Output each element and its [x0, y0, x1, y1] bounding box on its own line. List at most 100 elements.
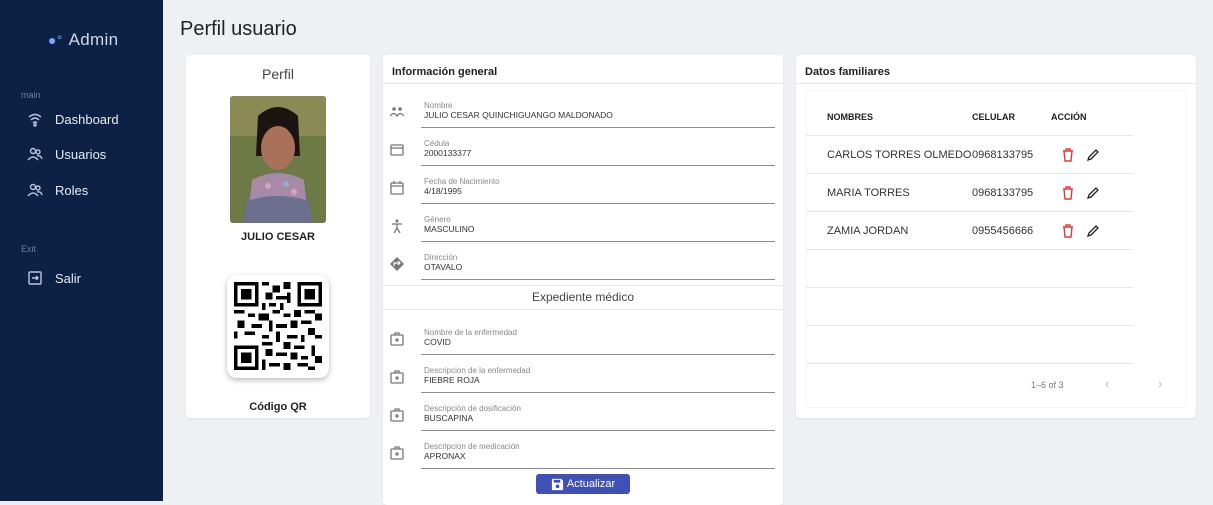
pagination-info: 1–6 of 3	[1031, 380, 1064, 390]
people-icon	[390, 107, 404, 118]
sidebar-item-salir[interactable]: Salir	[27, 268, 81, 288]
family-data-card: Datos familiares NOMBRES CELULAR ACCIÓN …	[796, 55, 1196, 418]
person-icon	[392, 219, 402, 233]
brand[interactable]: ●° Admin	[48, 30, 118, 50]
edit-icon[interactable]	[1086, 224, 1100, 238]
field-label: Descripción de dosificación	[424, 404, 521, 413]
brand-label: Admin	[68, 30, 119, 49]
sidebar-item-usuarios[interactable]: Usuarios	[27, 144, 106, 164]
dashboard-icon	[28, 113, 42, 127]
edit-icon[interactable]	[1086, 148, 1100, 162]
field-nombre[interactable]: Nombre JULIO CESAR QUINCHIGUANGO MALDONA…	[383, 99, 783, 137]
column-header-celular: CELULAR	[972, 112, 1015, 122]
direction-icon	[390, 257, 404, 271]
field-value: 2000133377	[424, 148, 472, 158]
user-name: JULIO CESAR	[241, 231, 315, 243]
save-icon	[551, 478, 563, 490]
field-direccion[interactable]: Dirección OTAVALO	[383, 251, 783, 289]
medical-record-heading: Expediente médico	[531, 290, 635, 304]
sidebar-item-label: Salir	[55, 270, 82, 286]
field-descripcion-enfermedad[interactable]: Descripcion de la enfermedad FIEBRE ROJA	[383, 364, 783, 402]
divider	[796, 83, 1196, 84]
logout-icon	[28, 271, 42, 285]
field-underline	[421, 127, 775, 128]
general-info-card: Información general Nombre JULIO CESAR Q…	[383, 55, 783, 505]
field-underline	[421, 468, 775, 469]
field-underline	[421, 203, 775, 204]
delete-icon[interactable]	[1062, 224, 1074, 238]
field-value: BUSCAPINA	[424, 413, 474, 423]
field-fecha-nacimiento[interactable]: Fecha de Nacimiento 4/18/1995	[383, 175, 783, 213]
row-phone: 0955456666	[972, 225, 1034, 237]
field-label: Nombre	[424, 101, 453, 110]
field-underline	[421, 165, 775, 166]
user-photo	[230, 96, 326, 223]
field-label: Descripcion de medicación	[424, 442, 520, 451]
medical-kit-icon	[390, 408, 404, 422]
row-name: ZAMIA JORDAN	[827, 225, 909, 237]
field-value: OTAVALO	[424, 262, 463, 272]
qr-label: Código QR	[249, 401, 307, 413]
field-value: MASCULINO	[424, 224, 475, 234]
edit-icon[interactable]	[1086, 186, 1100, 200]
field-underline	[421, 392, 775, 393]
field-underline	[421, 354, 775, 355]
row-phone: 0968133795	[972, 187, 1034, 199]
table-row: CARLOS TORRES OLMEDO 0968133795	[807, 136, 1133, 174]
table-row: ZAMIA JORDAN 0955456666	[807, 212, 1133, 250]
medical-kit-icon	[390, 446, 404, 460]
field-cedula[interactable]: Cédula 2000133377	[383, 137, 783, 175]
field-value: 4/18/1995	[424, 186, 462, 196]
column-header-accion: ACCIÓN	[1051, 112, 1087, 122]
delete-icon[interactable]	[1062, 186, 1074, 200]
field-underline	[421, 279, 775, 280]
profile-card: Perfil JULIO CESAR Código QR	[186, 55, 370, 418]
field-label: Cédula	[424, 139, 450, 148]
sidebar-item-label: Dashboard	[55, 111, 119, 127]
field-underline	[421, 430, 775, 431]
empty-row	[807, 326, 1133, 364]
row-name: MARIA TORRES	[827, 187, 910, 199]
sidebar-item-dashboard[interactable]: Dashboard	[27, 109, 119, 129]
sidebar-item-roles[interactable]: Roles	[27, 180, 88, 200]
sidebar-item-label: Roles	[55, 182, 89, 198]
empty-row	[807, 288, 1133, 326]
field-genero[interactable]: Género MASCULINO	[383, 213, 783, 251]
field-value: FIEBRE ROJA	[424, 375, 480, 385]
field-label: Nombre de la enfermedad	[424, 328, 517, 337]
update-button-label: Actualizar	[566, 478, 616, 490]
field-label: Descripcion de la enfermedad	[424, 366, 531, 375]
field-value: JULIO CESAR QUINCHIGUANGO MALDONADO	[424, 110, 613, 120]
section-label-exit: Exit	[21, 244, 37, 254]
field-label: Dirección	[424, 253, 458, 262]
profile-heading: Perfil	[262, 66, 294, 82]
family-table: NOMBRES CELULAR ACCIÓN CARLOS TORRES OLM…	[807, 91, 1185, 407]
general-info-heading: Información general	[392, 66, 498, 78]
field-medicacion[interactable]: Descripcion de medicación APRONAX	[383, 440, 783, 478]
prev-page-button[interactable]: ‹	[1105, 376, 1109, 391]
next-page-button[interactable]: ›	[1158, 376, 1162, 391]
medical-kit-icon	[390, 370, 404, 384]
field-value: APRONAX	[424, 451, 466, 461]
calendar-icon	[390, 181, 404, 195]
row-phone: 0968133795	[972, 149, 1034, 161]
qr-code	[227, 275, 329, 378]
table-row: MARIA TORRES 0968133795	[807, 174, 1133, 212]
field-value: COVID	[424, 337, 451, 347]
section-label-main: main	[21, 90, 41, 100]
roles-icon	[27, 183, 43, 197]
field-dosificacion[interactable]: Descripción de dosificación BUSCAPINA	[383, 402, 783, 440]
page-title: Perfil usuario	[180, 18, 297, 40]
sidebar-item-label: Usuarios	[55, 146, 107, 162]
empty-row	[807, 250, 1133, 288]
card-icon	[390, 144, 404, 156]
field-enfermedad[interactable]: Nombre de la enfermedad COVID	[383, 326, 783, 364]
family-data-heading: Datos familiares	[805, 66, 890, 78]
update-button[interactable]: Actualizar	[536, 474, 630, 494]
delete-icon[interactable]	[1062, 148, 1074, 162]
divider	[383, 285, 783, 286]
column-header-nombres: NOMBRES	[827, 112, 874, 122]
divider	[383, 83, 783, 84]
users-icon	[27, 147, 43, 161]
divider	[383, 309, 783, 310]
